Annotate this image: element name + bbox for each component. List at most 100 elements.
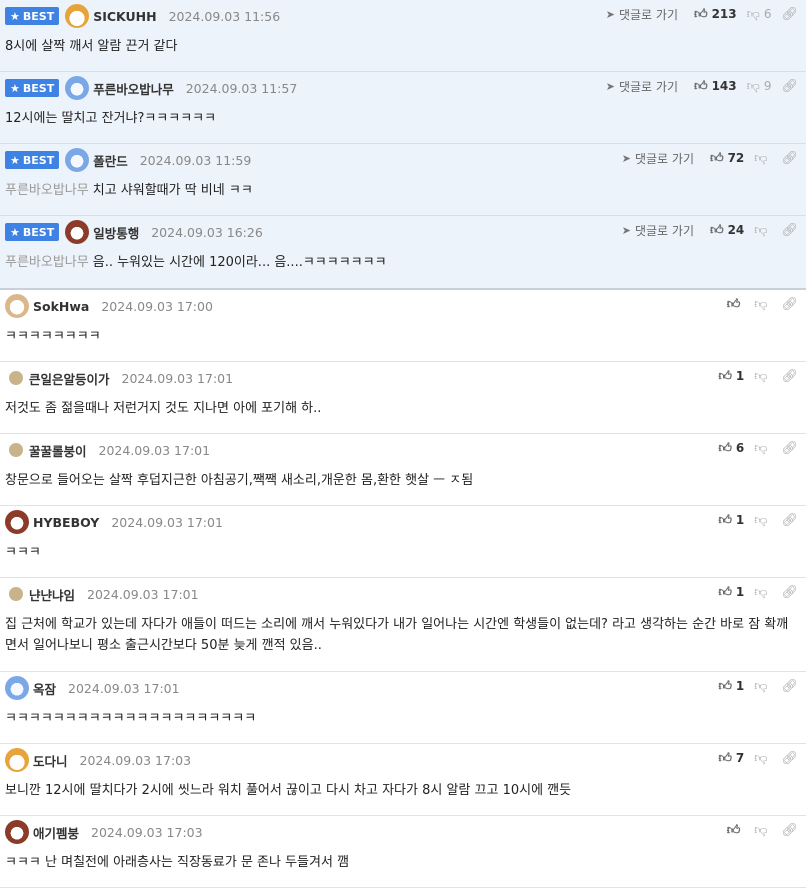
thumbs-down-icon: 👎︎ — [754, 678, 768, 694]
dislike-button[interactable]: 👎︎ 6 — [747, 7, 772, 22]
comment-actions: 👍︎ 1 👎︎ 🔗︎ — [718, 366, 798, 386]
comment-body: 치고 샤워할때가 딱 비네 ㅋㅋ — [92, 183, 253, 198]
thumbs-up-icon: 👍︎ — [709, 150, 724, 166]
nickname[interactable]: 큰일은알등이가 — [29, 369, 110, 388]
thumbs-up-icon: 👍︎ — [693, 6, 708, 22]
dislike-button[interactable]: 👎︎ — [754, 751, 771, 766]
comment-text: 8시에 살짝 깨서 알람 끈거 같다 — [5, 36, 798, 57]
dislike-button[interactable]: 👎︎ — [754, 585, 771, 600]
link-icon[interactable]: 🔗︎ — [781, 441, 798, 456]
dislike-button[interactable]: 👎︎ — [754, 297, 771, 312]
comment-date: 2024.09.03 11:59 — [139, 152, 252, 168]
dislike-button[interactable]: 👎︎ — [754, 151, 771, 166]
best-badge: ★ BEST — [5, 7, 60, 25]
comment-body: ㅋㅋㅋㅋㅋㅋㅋㅋㅋㅋㅋㅋㅋㅋㅋㅋㅋㅋㅋㅋㅋ — [5, 711, 257, 726]
reply-link[interactable]: ➤ 댓글로 가기 — [622, 150, 694, 167]
like-button[interactable]: 👍︎ 6 — [718, 441, 744, 456]
comment-row: SokHwa 2024.09.03 17:00 👍︎ 👎︎ 🔗︎ ㅋㅋㅋㅋㅋㅋㅋㅋ — [0, 290, 806, 362]
nickname[interactable]: 폴란드 — [93, 151, 128, 170]
thumbs-up-icon: 👍︎ — [718, 440, 732, 456]
comment-text: 12시에는 딸치고 잔거냐?ㅋㅋㅋㅋㅋㅋ — [5, 108, 798, 129]
comment-date: 2024.09.03 17:00 — [101, 298, 213, 314]
comment-date: 2024.09.03 11:57 — [185, 80, 298, 96]
nickname[interactable]: 옥잠 — [33, 679, 56, 698]
thumbs-up-icon: 👍︎ — [726, 822, 741, 838]
mention[interactable]: 푸른바오밥나무 — [5, 255, 89, 270]
link-icon[interactable]: 🔗︎ — [781, 223, 798, 238]
avatar — [65, 148, 90, 172]
dislike-count: 9 — [763, 79, 772, 93]
comment-date: 2024.09.03 17:01 — [87, 586, 199, 602]
comment-body: ㅋㅋㅋ 난 며칠전에 아래층사는 직장동료가 문 존나 두들겨서 깸 — [5, 855, 350, 870]
link-icon[interactable]: 🔗︎ — [781, 585, 798, 600]
avatar — [65, 4, 90, 28]
dislike-button[interactable]: 👎︎ 9 — [747, 79, 772, 94]
link-icon[interactable]: 🔗︎ — [781, 513, 798, 528]
nickname[interactable]: 꿀꿀롤붕이 — [29, 441, 87, 460]
link-icon[interactable]: 🔗︎ — [781, 151, 798, 166]
link-icon[interactable]: 🔗︎ — [781, 823, 798, 838]
thumbs-up-icon: 👍︎ — [718, 678, 732, 694]
like-button[interactable]: 👍︎ — [727, 297, 745, 312]
like-button[interactable]: 👍︎ 1 — [718, 513, 744, 528]
dislike-button[interactable]: 👎︎ — [754, 369, 771, 384]
nickname[interactable]: 도다니 — [33, 751, 68, 770]
thumbs-down-icon: 👎︎ — [754, 440, 768, 456]
reply-link[interactable]: ➤ 댓글로 가기 — [606, 6, 678, 23]
like-button[interactable]: 👍︎ 24 — [710, 223, 744, 238]
dislike-count: 6 — [763, 7, 772, 21]
link-icon[interactable]: 🔗︎ — [781, 679, 798, 694]
like-button[interactable]: 👍︎ 213 — [694, 7, 737, 22]
like-button[interactable]: 👍︎ — [727, 823, 745, 838]
dislike-button[interactable]: 👎︎ — [754, 513, 771, 528]
comment-meta: ★ BEST SICKUHH 2024.09.03 11:56 — [5, 4, 280, 28]
reply-link[interactable]: ➤ 댓글로 가기 — [606, 78, 678, 95]
like-button[interactable]: 👍︎ 7 — [718, 751, 744, 766]
link-icon[interactable]: 🔗︎ — [781, 751, 798, 766]
like-button[interactable]: 👍︎ 143 — [694, 79, 737, 94]
comment-meta: ★ BEST 폴란드 2024.09.03 11:59 — [5, 148, 251, 172]
dislike-button[interactable]: 👎︎ — [754, 823, 771, 838]
dislike-button[interactable]: 👎︎ — [754, 441, 771, 456]
comment-date: 2024.09.03 17:03 — [79, 752, 192, 768]
best-label: BEST — [22, 153, 55, 167]
comment-actions: 👍︎ 1 👎︎ 🔗︎ — [718, 582, 798, 602]
link-icon[interactable]: 🔗︎ — [781, 7, 798, 22]
nickname[interactable]: 냔냔냐임 — [29, 585, 75, 604]
comment-row: 애기펨붕 2024.09.03 17:03 👍︎ 👎︎ 🔗︎ ㅋㅋㅋ 난 며칠전에 아래층… — [0, 816, 806, 888]
comment-actions: 👍︎ 1 👎︎ 🔗︎ — [718, 676, 798, 696]
comment-row: 냔냔냐임 2024.09.03 17:01 👍︎ 1 👎︎ 🔗︎ 집 근처에 학교가 있는데… — [0, 578, 806, 672]
dislike-button[interactable]: 👎︎ — [754, 223, 771, 238]
nickname[interactable]: 애기펨붕 — [33, 823, 79, 842]
comment-actions: 👍︎ 👎︎ 🔗︎ — [727, 294, 798, 314]
comment-text: 창문으로 들어오는 살짝 후덥지근한 아침공기,짹짹 새소리,개운한 몸,환한 … — [5, 470, 798, 491]
comment-date: 2024.09.03 17:01 — [111, 514, 223, 530]
nickname[interactable]: SokHwa — [33, 299, 89, 314]
link-icon[interactable]: 🔗︎ — [781, 79, 798, 94]
comment-row: ★ BEST 폴란드 2024.09.03 11:59 ➤ 댓글로 가기 👍︎ 72 👎︎ 🔗︎ 푸… — [0, 144, 806, 216]
nickname[interactable]: 일방통행 — [93, 223, 139, 242]
nickname[interactable]: 푸른바오밥나무 — [93, 79, 174, 98]
nickname[interactable]: HYBEBOY — [33, 515, 99, 530]
comment-text: 푸른바오밥나무 치고 샤워할때가 딱 비네 ㅋㅋ — [5, 180, 798, 201]
reply-link[interactable]: ➤ 댓글로 가기 — [622, 222, 694, 239]
comment-actions: ➤ 댓글로 가기 👍︎ 72 👎︎ 🔗︎ — [622, 148, 798, 168]
avatar — [9, 587, 23, 601]
mention[interactable]: 푸른바오밥나무 — [5, 183, 89, 198]
link-icon[interactable]: 🔗︎ — [781, 369, 798, 384]
reply-label: 댓글로 가기 — [634, 223, 694, 238]
comment-meta: SokHwa 2024.09.03 17:00 — [5, 294, 213, 318]
comment-text: ㅋㅋㅋ — [5, 542, 798, 563]
link-icon[interactable]: 🔗︎ — [781, 297, 798, 312]
thumbs-down-icon: 👎︎ — [754, 822, 768, 838]
like-button[interactable]: 👍︎ 1 — [718, 369, 744, 384]
comment-meta: 꿀꿀롤붕이 2024.09.03 17:01 — [5, 438, 210, 462]
reply-label: 댓글로 가기 — [618, 79, 678, 94]
like-button[interactable]: 👍︎ 1 — [718, 585, 744, 600]
like-button[interactable]: 👍︎ 1 — [718, 679, 744, 694]
dislike-button[interactable]: 👎︎ — [754, 679, 771, 694]
like-button[interactable]: 👍︎ 72 — [710, 151, 744, 166]
nickname[interactable]: SICKUHH — [93, 9, 156, 24]
star-icon: ★ — [10, 153, 20, 167]
comment-body: ㅋㅋㅋㅋㅋㅋㅋㅋ — [5, 329, 101, 344]
